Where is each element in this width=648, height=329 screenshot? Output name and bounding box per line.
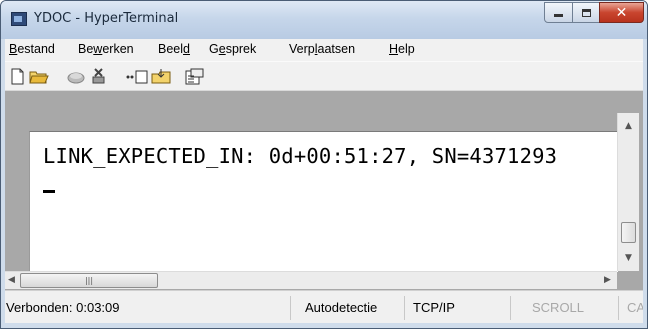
toolbar bbox=[5, 61, 643, 91]
disconnect-icon[interactable] bbox=[89, 68, 108, 85]
menu-bestand[interactable]: Bestand bbox=[9, 42, 55, 56]
scroll-up-arrow-icon[interactable]: ▲ bbox=[625, 122, 632, 131]
scroll-down-arrow-icon[interactable]: ▼ bbox=[625, 254, 632, 263]
vertical-scrollbar[interactable]: ▲ ▼ bbox=[617, 113, 639, 271]
menu-bewerken[interactable]: Bewerken bbox=[78, 42, 134, 56]
scroll-left-arrow-icon[interactable]: ◀ bbox=[8, 276, 15, 285]
close-button[interactable]: ✕ bbox=[599, 2, 644, 23]
terminal-output-line: LINK_EXPECTED_IN: 0d+00:51:27, SN=437129… bbox=[43, 144, 558, 168]
minimize-icon bbox=[554, 14, 563, 17]
window-title: YDOC - HyperTerminal bbox=[34, 11, 179, 26]
send-icon[interactable] bbox=[125, 68, 149, 85]
status-scroll: SCROLL bbox=[510, 296, 618, 320]
receive-icon[interactable] bbox=[151, 68, 172, 85]
status-autodetect: Autodetectie bbox=[290, 296, 404, 320]
hyperterminal-window: YDOC - HyperTerminal ✕ Bestand Bewerken … bbox=[0, 0, 648, 329]
title-bar[interactable]: YDOC - HyperTerminal ✕ bbox=[1, 1, 647, 39]
menu-gesprek[interactable]: Gesprek bbox=[209, 42, 256, 56]
terminal-screen[interactable]: LINK_EXPECTED_IN: 0d+00:51:27, SN=437129… bbox=[29, 131, 618, 272]
horizontal-scroll-thumb[interactable]: ||| bbox=[20, 273, 158, 288]
menu-beeld[interactable]: Beeld bbox=[158, 42, 190, 56]
grip-icon: ||| bbox=[84, 276, 94, 285]
hyperterminal-app-icon[interactable] bbox=[11, 12, 27, 26]
status-caps: CA bbox=[618, 296, 643, 320]
menu-verplaatsen[interactable]: Verplaatsen bbox=[289, 42, 355, 56]
minimize-button[interactable] bbox=[544, 2, 573, 23]
close-icon: ✕ bbox=[615, 4, 628, 21]
status-protocol: TCP/IP bbox=[404, 296, 510, 320]
horizontal-scrollbar[interactable]: ◀ ||| ▶ bbox=[5, 271, 617, 289]
vertical-scroll-thumb[interactable] bbox=[621, 222, 636, 243]
maximize-button[interactable] bbox=[572, 2, 600, 23]
menu-bar: Bestand Bewerken Beeld Gesprek Verplaats… bbox=[5, 39, 643, 61]
status-bar: Verbonden: 0:03:09 Autodetectie TCP/IP S… bbox=[5, 290, 643, 323]
maximize-icon bbox=[581, 8, 591, 17]
connect-icon[interactable] bbox=[66, 68, 86, 85]
open-icon[interactable] bbox=[29, 68, 49, 85]
properties-icon[interactable] bbox=[185, 68, 204, 85]
terminal-cursor bbox=[43, 190, 55, 193]
scroll-right-arrow-icon[interactable]: ▶ bbox=[604, 276, 611, 285]
menu-help[interactable]: Help bbox=[389, 42, 415, 56]
status-connection: Verbonden: 0:03:09 bbox=[6, 300, 120, 315]
new-icon[interactable] bbox=[9, 68, 26, 85]
